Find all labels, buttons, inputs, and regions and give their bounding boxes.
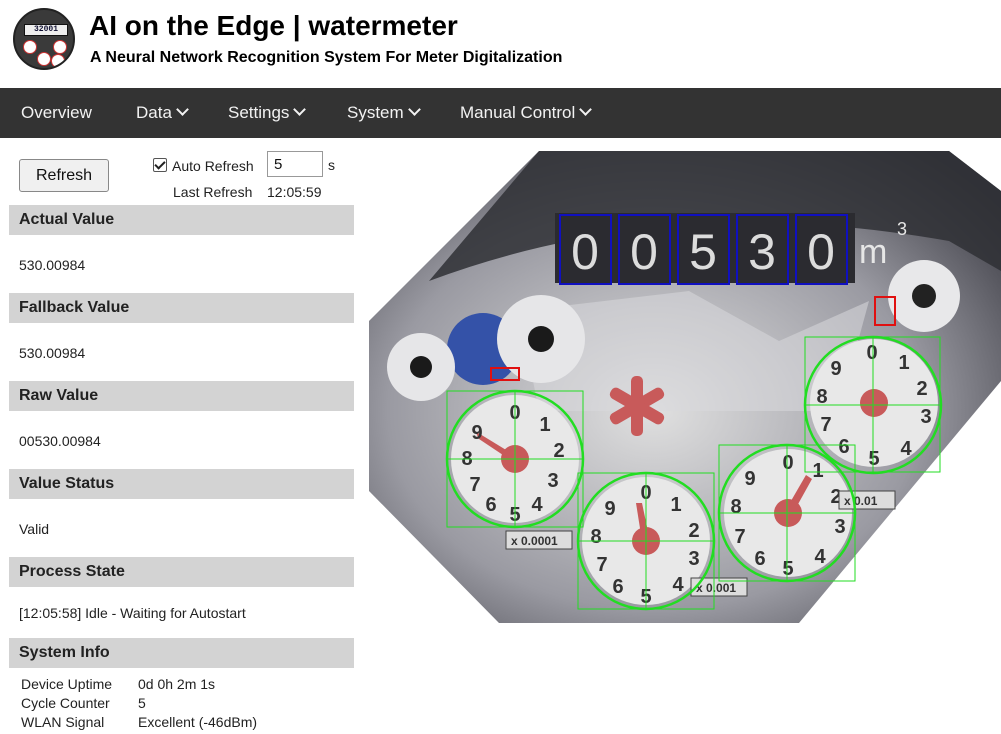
- nav-data[interactable]: Data: [136, 88, 189, 138]
- value-status-heading: Value Status: [9, 469, 354, 499]
- svg-text:5: 5: [868, 448, 879, 470]
- svg-text:5: 5: [782, 558, 793, 580]
- nav-settings[interactable]: Settings: [228, 88, 307, 138]
- nav-manual-control[interactable]: Manual Control: [460, 88, 593, 138]
- page-title: AI on the Edge | watermeter: [89, 10, 458, 41]
- svg-text:3: 3: [688, 548, 699, 570]
- raw-value-heading: Raw Value: [9, 381, 354, 411]
- info-value: Excellent (-46dBm): [138, 714, 258, 730]
- fallback-value: 530.00984: [19, 345, 86, 361]
- chevron-down-icon: [579, 103, 593, 116]
- meter-digit-5: 0: [807, 224, 835, 280]
- svg-text:1: 1: [670, 494, 681, 516]
- chevron-down-icon: [176, 103, 189, 116]
- app-header: 32001 AI on the Edge | watermeter A Neur…: [0, 0, 1001, 88]
- info-row-wlan: WLAN Signal Excellent (-46dBm): [21, 714, 257, 730]
- svg-text:9: 9: [830, 358, 841, 380]
- refresh-interval-input[interactable]: [267, 151, 323, 177]
- chevron-down-icon: [407, 103, 421, 116]
- raw-value: 00530.00984: [19, 433, 101, 449]
- svg-text:2: 2: [688, 520, 699, 542]
- nav-overview[interactable]: Overview: [21, 88, 92, 138]
- info-value: 5: [138, 695, 146, 711]
- svg-text:9: 9: [471, 422, 482, 444]
- svg-text:4: 4: [672, 574, 684, 596]
- info-key: Cycle Counter: [21, 695, 110, 711]
- fallback-value-heading: Fallback Value: [9, 293, 354, 323]
- logo-counter-text: 32001: [33, 25, 58, 34]
- info-key: Device Uptime: [21, 676, 113, 692]
- info-key: WLAN Signal: [21, 714, 105, 730]
- svg-text:9: 9: [604, 498, 615, 520]
- multiplier-label: x 0.0001: [511, 534, 558, 548]
- main-nav: Overview Data Settings System Manual Con…: [0, 88, 1001, 138]
- meter-digit-2: 0: [630, 224, 658, 280]
- nav-manual-control-label: Manual Control: [460, 103, 576, 122]
- meter-unit-exponent: 3: [897, 219, 907, 239]
- meter-unit: m: [859, 233, 887, 271]
- svg-text:3: 3: [834, 516, 845, 538]
- app-logo: 32001: [13, 8, 75, 70]
- process-state-heading: Process State: [9, 557, 354, 587]
- svg-text:6: 6: [838, 436, 849, 458]
- nav-overview-label: Overview: [21, 103, 92, 122]
- svg-text:6: 6: [754, 548, 765, 570]
- meter-digit-4: 3: [748, 224, 776, 280]
- svg-text:6: 6: [612, 576, 623, 598]
- interval-unit: s: [328, 157, 335, 173]
- meter-digit-1: 0: [571, 224, 599, 280]
- svg-text:4: 4: [531, 494, 543, 516]
- value-status: Valid: [19, 521, 50, 537]
- svg-text:3: 3: [547, 470, 558, 492]
- svg-text:8: 8: [730, 496, 741, 518]
- svg-text:0: 0: [782, 452, 793, 474]
- meter-camera-image: 0 0 5 3 0 m 3 012 345 678 9 0 1 2 3 4 5 …: [369, 151, 1001, 623]
- actual-value-heading: Actual Value: [9, 205, 354, 235]
- svg-text:4: 4: [814, 546, 826, 568]
- nav-data-label: Data: [136, 103, 172, 122]
- refresh-button[interactable]: Refresh: [19, 159, 109, 192]
- svg-text:7: 7: [734, 526, 745, 548]
- info-row-uptime: Device Uptime 0d 0h 2m 1s: [21, 676, 215, 692]
- auto-refresh-checkbox[interactable]: [153, 158, 167, 172]
- auto-refresh-label: Auto Refresh: [172, 158, 254, 174]
- svg-text:1: 1: [539, 414, 550, 436]
- svg-text:7: 7: [469, 474, 480, 496]
- multiplier-label: x 0.001: [696, 581, 736, 595]
- page-subtitle: A Neural Network Recognition System For …: [90, 49, 563, 66]
- actual-value: 530.00984: [19, 257, 86, 273]
- svg-text:8: 8: [590, 526, 601, 548]
- info-row-cycle: Cycle Counter 5: [21, 695, 146, 711]
- nav-system-label: System: [347, 103, 404, 122]
- nav-system[interactable]: System: [347, 88, 421, 138]
- svg-text:1: 1: [898, 352, 909, 374]
- svg-text:0: 0: [866, 342, 877, 364]
- svg-text:1: 1: [812, 460, 823, 482]
- svg-text:7: 7: [820, 414, 831, 436]
- system-info-heading: System Info: [9, 638, 354, 668]
- svg-text:9: 9: [744, 468, 755, 490]
- svg-text:2: 2: [916, 378, 927, 400]
- multiplier-label: x 0.01: [844, 494, 878, 508]
- chevron-down-icon: [293, 103, 307, 116]
- svg-text:3: 3: [920, 406, 931, 428]
- svg-text:6: 6: [485, 494, 496, 516]
- svg-text:4: 4: [900, 438, 912, 460]
- svg-text:7: 7: [596, 554, 607, 576]
- info-value: 0d 0h 2m 1s: [138, 676, 216, 692]
- process-state: [12:05:58] Idle - Waiting for Autostart: [19, 605, 246, 621]
- meter-digit-3: 5: [689, 224, 717, 280]
- nav-settings-label: Settings: [228, 103, 290, 122]
- last-refresh-label: Last Refresh: [173, 184, 253, 200]
- last-refresh-time: 12:05:59: [267, 184, 322, 200]
